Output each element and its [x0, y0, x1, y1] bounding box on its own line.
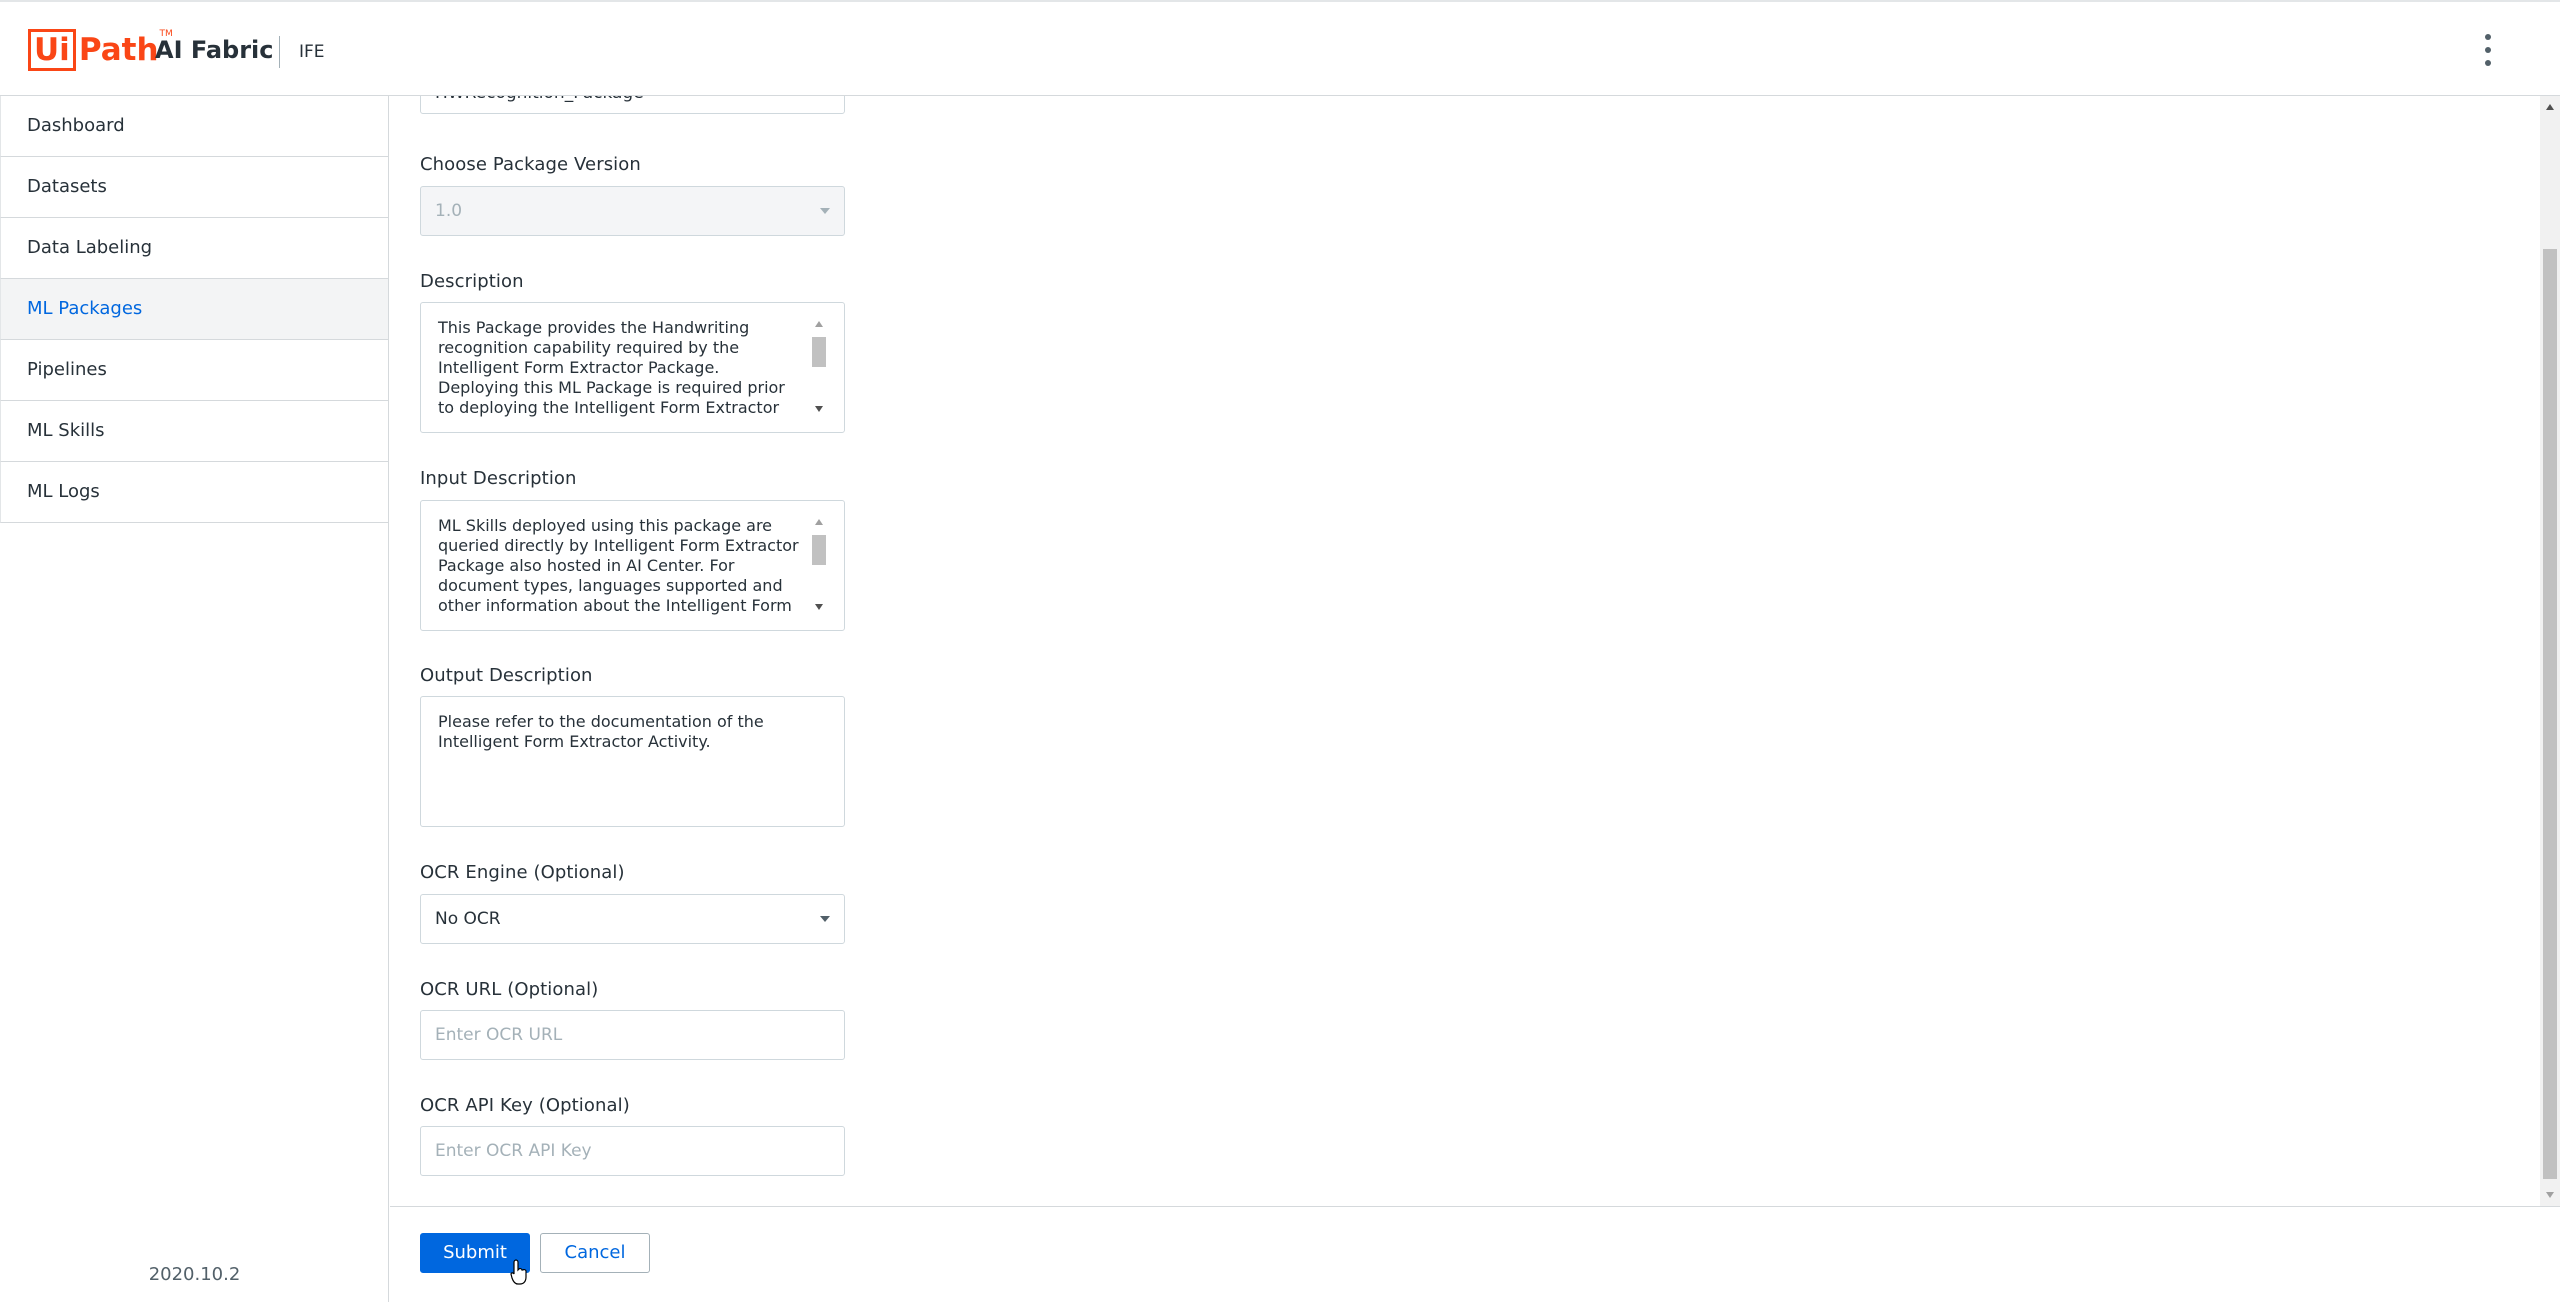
input-description-text: ML Skills deployed using this package ar…	[438, 516, 799, 615]
description-field: This Package provides the Handwriting re…	[420, 302, 845, 433]
ocr-engine-select-wrap: No OCR	[420, 894, 845, 944]
chevron-down-icon	[820, 208, 830, 214]
ocr-api-key-field: Enter OCR API Key	[420, 1126, 845, 1176]
description-textarea[interactable]: This Package provides the Handwriting re…	[420, 302, 845, 433]
description-text: This Package provides the Handwriting re…	[438, 318, 785, 417]
output-description-label-wrap: Output Description	[420, 665, 593, 686]
kebab-dot	[2485, 47, 2491, 53]
sidebar-nav: Dashboard Datasets Data Labeling ML Pack…	[0, 96, 389, 1302]
uipath-logo[interactable]: Ui Path TM	[28, 27, 173, 73]
package-name-input[interactable]: HWRecognition_Package	[420, 96, 845, 114]
input-description-textarea[interactable]: ML Skills deployed using this package ar…	[420, 500, 845, 631]
description-scrollbar[interactable]	[811, 319, 827, 414]
ocr-engine-label: OCR Engine (Optional)	[420, 862, 625, 883]
header-divider	[279, 36, 280, 68]
page-scroll-thumb[interactable]	[2543, 249, 2557, 1179]
scroll-thumb[interactable]	[812, 337, 826, 367]
package-version-field: Choose Package Version	[420, 154, 641, 175]
output-description-label: Output Description	[420, 665, 593, 686]
input-description-field: ML Skills deployed using this package ar…	[420, 500, 845, 631]
input-description-label-wrap: Input Description	[420, 468, 577, 489]
ocr-engine-label-wrap: OCR Engine (Optional)	[420, 862, 625, 883]
scroll-down-icon[interactable]	[815, 406, 823, 412]
package-version-select[interactable]: 1.0	[420, 186, 845, 236]
description-label: Description	[420, 271, 524, 292]
scroll-thumb[interactable]	[812, 535, 826, 565]
ocr-engine-select[interactable]: No OCR	[420, 894, 845, 944]
scroll-up-icon[interactable]	[815, 321, 823, 327]
input-description-label: Input Description	[420, 468, 577, 489]
package-version-label: Choose Package Version	[420, 154, 641, 175]
ocr-engine-value: No OCR	[435, 909, 501, 929]
app-header: Ui Path TM AI Fabric IFE	[0, 0, 2560, 96]
app-version: 2020.10.2	[148, 1264, 241, 1285]
scroll-down-icon[interactable]	[2546, 1192, 2554, 1198]
kebab-dot	[2485, 34, 2491, 40]
package-form: HWRecognition_Package Choose Package Ver…	[390, 96, 2560, 1206]
sidebar-item-ml-logs[interactable]: ML Logs	[0, 462, 388, 523]
tenant-name: IFE	[299, 42, 325, 62]
scroll-down-icon[interactable]	[815, 604, 823, 610]
kebab-menu-icon[interactable]	[2480, 34, 2496, 66]
package-name-field: HWRecognition_Package	[420, 96, 845, 114]
package-version-select-wrap: 1.0	[420, 186, 845, 236]
ocr-api-key-label: OCR API Key (Optional)	[420, 1095, 630, 1116]
output-description-textarea[interactable]: Please refer to the documentation of the…	[420, 696, 845, 827]
package-version-value: 1.0	[435, 201, 463, 221]
ocr-url-field: Enter OCR URL	[420, 1010, 845, 1060]
sidebar-item-data-labeling[interactable]: Data Labeling	[0, 218, 388, 279]
output-description-field: Please refer to the documentation of the…	[420, 696, 845, 827]
logo-path: Path	[78, 31, 159, 68]
ocr-url-input[interactable]: Enter OCR URL	[420, 1010, 845, 1060]
form-actions: Submit Cancel	[390, 1206, 2560, 1302]
chevron-down-icon	[820, 916, 830, 922]
logo-ui: Ui	[28, 29, 76, 71]
pointer-cursor-icon	[510, 1259, 527, 1285]
input-description-scrollbar[interactable]	[811, 517, 827, 612]
scroll-up-icon[interactable]	[815, 519, 823, 525]
sidebar-item-ml-packages[interactable]: ML Packages	[0, 279, 388, 340]
output-description-text: Please refer to the documentation of the…	[438, 712, 764, 751]
sidebar-item-datasets[interactable]: Datasets	[0, 157, 388, 218]
description-label-wrap: Description	[420, 271, 524, 292]
sidebar-item-pipelines[interactable]: Pipelines	[0, 340, 388, 401]
cancel-button[interactable]: Cancel	[540, 1233, 650, 1273]
sidebar-item-ml-skills[interactable]: ML Skills	[0, 401, 388, 462]
ocr-url-label: OCR URL (Optional)	[420, 979, 599, 1000]
ocr-api-key-label-wrap: OCR API Key (Optional)	[420, 1095, 630, 1116]
scroll-up-icon[interactable]	[2546, 104, 2554, 110]
sidebar-item-dashboard[interactable]: Dashboard	[0, 96, 388, 157]
page-scrollbar[interactable]	[2540, 96, 2560, 1206]
kebab-dot	[2485, 60, 2491, 66]
ocr-api-key-input[interactable]: Enter OCR API Key	[420, 1126, 845, 1176]
product-name: AI Fabric	[155, 36, 274, 64]
ocr-api-key-placeholder: Enter OCR API Key	[435, 1141, 592, 1161]
ocr-url-placeholder: Enter OCR URL	[435, 1025, 563, 1045]
ocr-url-label-wrap: OCR URL (Optional)	[420, 979, 598, 1000]
